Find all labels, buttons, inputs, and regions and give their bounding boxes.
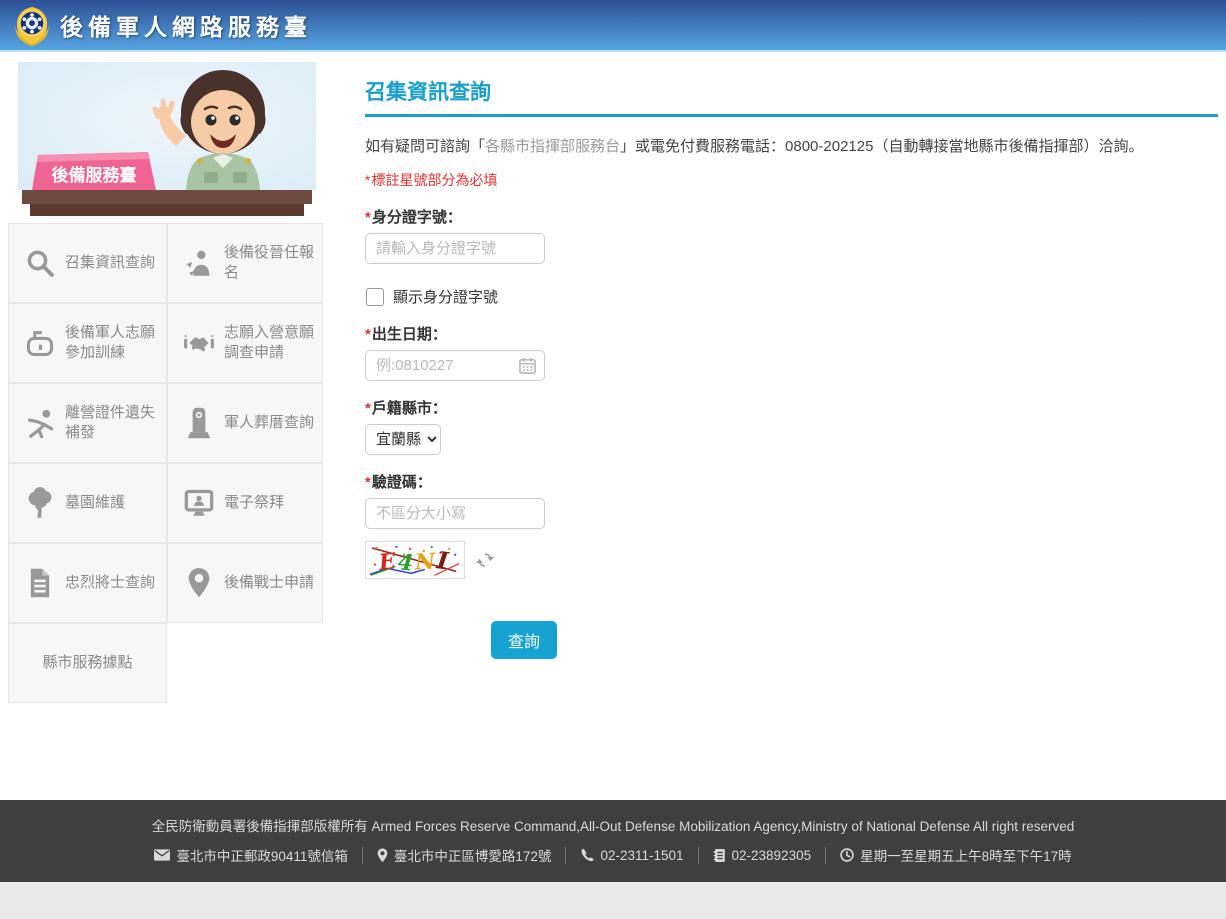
sidebar-item-volunteer-training[interactable]: 後備軍人志願參加訓練 [8, 303, 167, 383]
clock-icon [840, 848, 854, 862]
site-footer: 全民防衛動員署後備指揮部版權所有 Armed Forces Reserve Co… [0, 800, 1226, 882]
sidebar-item-label: 離營證件遺失補發 [65, 403, 158, 444]
sidebar: 後備服務臺 召集資訊查詢 後備役晉任報名 [8, 60, 323, 752]
map-pin-icon [182, 566, 216, 600]
captcha-text: E4NI [379, 546, 450, 575]
captcha-image: E4NI [365, 541, 465, 579]
phone-icon [580, 848, 594, 862]
birth-date-field [365, 350, 545, 381]
search-icon [23, 246, 57, 280]
footer-copyright: 全民防衛動員署後備指揮部版權所有 Armed Forces Reserve Co… [0, 815, 1226, 835]
id-number-label: *身分證字號： [365, 206, 1218, 227]
title-rule [365, 114, 1218, 117]
page: 後備軍人網路服務臺 [0, 0, 1226, 882]
sidebar-item-promotion-signup[interactable]: 後備役晉任報名 [167, 223, 323, 303]
county-command-service-link[interactable]: 各縣市指揮部服務台 [485, 138, 620, 155]
running-person-icon [23, 406, 57, 440]
captcha-refresh-button[interactable] [475, 550, 495, 570]
calendar-icon[interactable] [519, 357, 536, 374]
sidebar-item-label: 後備軍人志願參加訓練 [65, 323, 158, 364]
intro-text: 如有疑問可諮詢「各縣市指揮部服務台」或電免付費服務電話：0800-202125（… [365, 135, 1218, 156]
footer-hours: 星期一至星期五上午8時至下午17時 [826, 845, 1086, 865]
sidebar-item-label: 志願入營意願調查申請 [224, 323, 314, 364]
envelope-icon [154, 849, 170, 861]
footer-fax: 02-23892305 [699, 848, 826, 863]
birth-date-label: *出生日期： [365, 323, 1218, 344]
fax-icon [713, 848, 726, 863]
main-content: 召集資訊查詢 如有疑問可諮詢「各縣市指揮部服務台」或電免付費服務電話：0800-… [323, 60, 1218, 752]
location-pin-icon [377, 848, 388, 863]
tree-icon [23, 486, 57, 520]
sidebar-item-enlistment-survey[interactable]: 志願入營意願調查申請 [167, 303, 323, 383]
person-star-icon [182, 246, 216, 280]
site-header: 後備軍人網路服務臺 [0, 0, 1226, 52]
handshake-icon [182, 326, 216, 360]
monitor-icon [182, 486, 216, 520]
sidebar-item-county-service-locations[interactable]: 縣市服務據點 [8, 623, 167, 703]
birth-date-input[interactable] [365, 350, 545, 381]
footer-phone: 02-2311-1501 [566, 848, 697, 863]
county-select[interactable]: 宜蘭縣 [365, 424, 441, 455]
county-label: *戶籍縣市： [365, 397, 1218, 418]
captcha-row: E4NI [365, 541, 1218, 579]
required-note: *標註星號部分為必填 [365, 170, 1218, 190]
sidebar-item-lost-id-reissue[interactable]: 離營證件遺失補發 [8, 383, 167, 463]
show-id-row: 顯示身分證字號 [365, 286, 1218, 307]
show-id-label[interactable]: 顯示身分證字號 [393, 286, 498, 307]
sidebar-item-reserve-warrior-apply[interactable]: 後備戰士申請 [167, 543, 323, 623]
sidebar-item-label: 召集資訊查詢 [65, 253, 155, 273]
sidebar-menu: 召集資訊查詢 後備役晉任報名 後備軍人志願參加訓練 [8, 223, 323, 703]
sidebar-item-label: 電子祭拜 [224, 493, 284, 513]
captcha-label: *驗證碼： [365, 471, 1218, 492]
content: 後備服務臺 召集資訊查詢 後備役晉任報名 [0, 52, 1226, 752]
military-emblem-icon [10, 4, 54, 46]
query-button[interactable]: 查詢 [491, 621, 557, 659]
sidebar-item-electronic-worship[interactable]: 電子祭拜 [167, 463, 323, 543]
service-desk-illustration: 後備服務臺 [8, 60, 323, 223]
footer-address: 臺北市中正區博愛路172號 [363, 845, 566, 865]
sidebar-item-label: 後備役晉任報名 [224, 243, 314, 284]
site-title: 後備軍人網路服務臺 [60, 8, 312, 42]
sidebar-item-label: 軍人葬厝查詢 [224, 413, 314, 433]
captcha-input[interactable] [365, 498, 545, 529]
document-icon [23, 566, 57, 600]
sidebar-item-label: 忠烈將士查詢 [65, 573, 155, 593]
sidebar-item-label: 縣市服務據點 [42, 653, 132, 673]
footer-contact-row: 臺北市中正郵政90411號信箱 臺北市中正區博愛路172號 02-2311-15… [0, 845, 1226, 865]
sidebar-item-call-up-query[interactable]: 召集資訊查詢 [8, 223, 167, 303]
id-number-input[interactable] [365, 233, 545, 264]
mailbox-icon [23, 326, 57, 360]
sidebar-item-martyrs-query[interactable]: 忠烈將士查詢 [8, 543, 167, 623]
sidebar-item-label: 後備戰士申請 [224, 573, 314, 593]
svg-text:後備服務臺: 後備服務臺 [52, 165, 137, 185]
sidebar-item-label: 墓園維護 [65, 493, 125, 513]
monument-icon [182, 406, 216, 440]
footer-pobox: 臺北市中正郵政90411號信箱 [140, 845, 362, 865]
page-title: 召集資訊查詢 [365, 76, 1218, 106]
sidebar-item-military-burial-query[interactable]: 軍人葬厝查詢 [167, 383, 323, 463]
sidebar-item-cemetery-maintenance[interactable]: 墓園維護 [8, 463, 167, 543]
show-id-checkbox[interactable] [366, 288, 384, 306]
